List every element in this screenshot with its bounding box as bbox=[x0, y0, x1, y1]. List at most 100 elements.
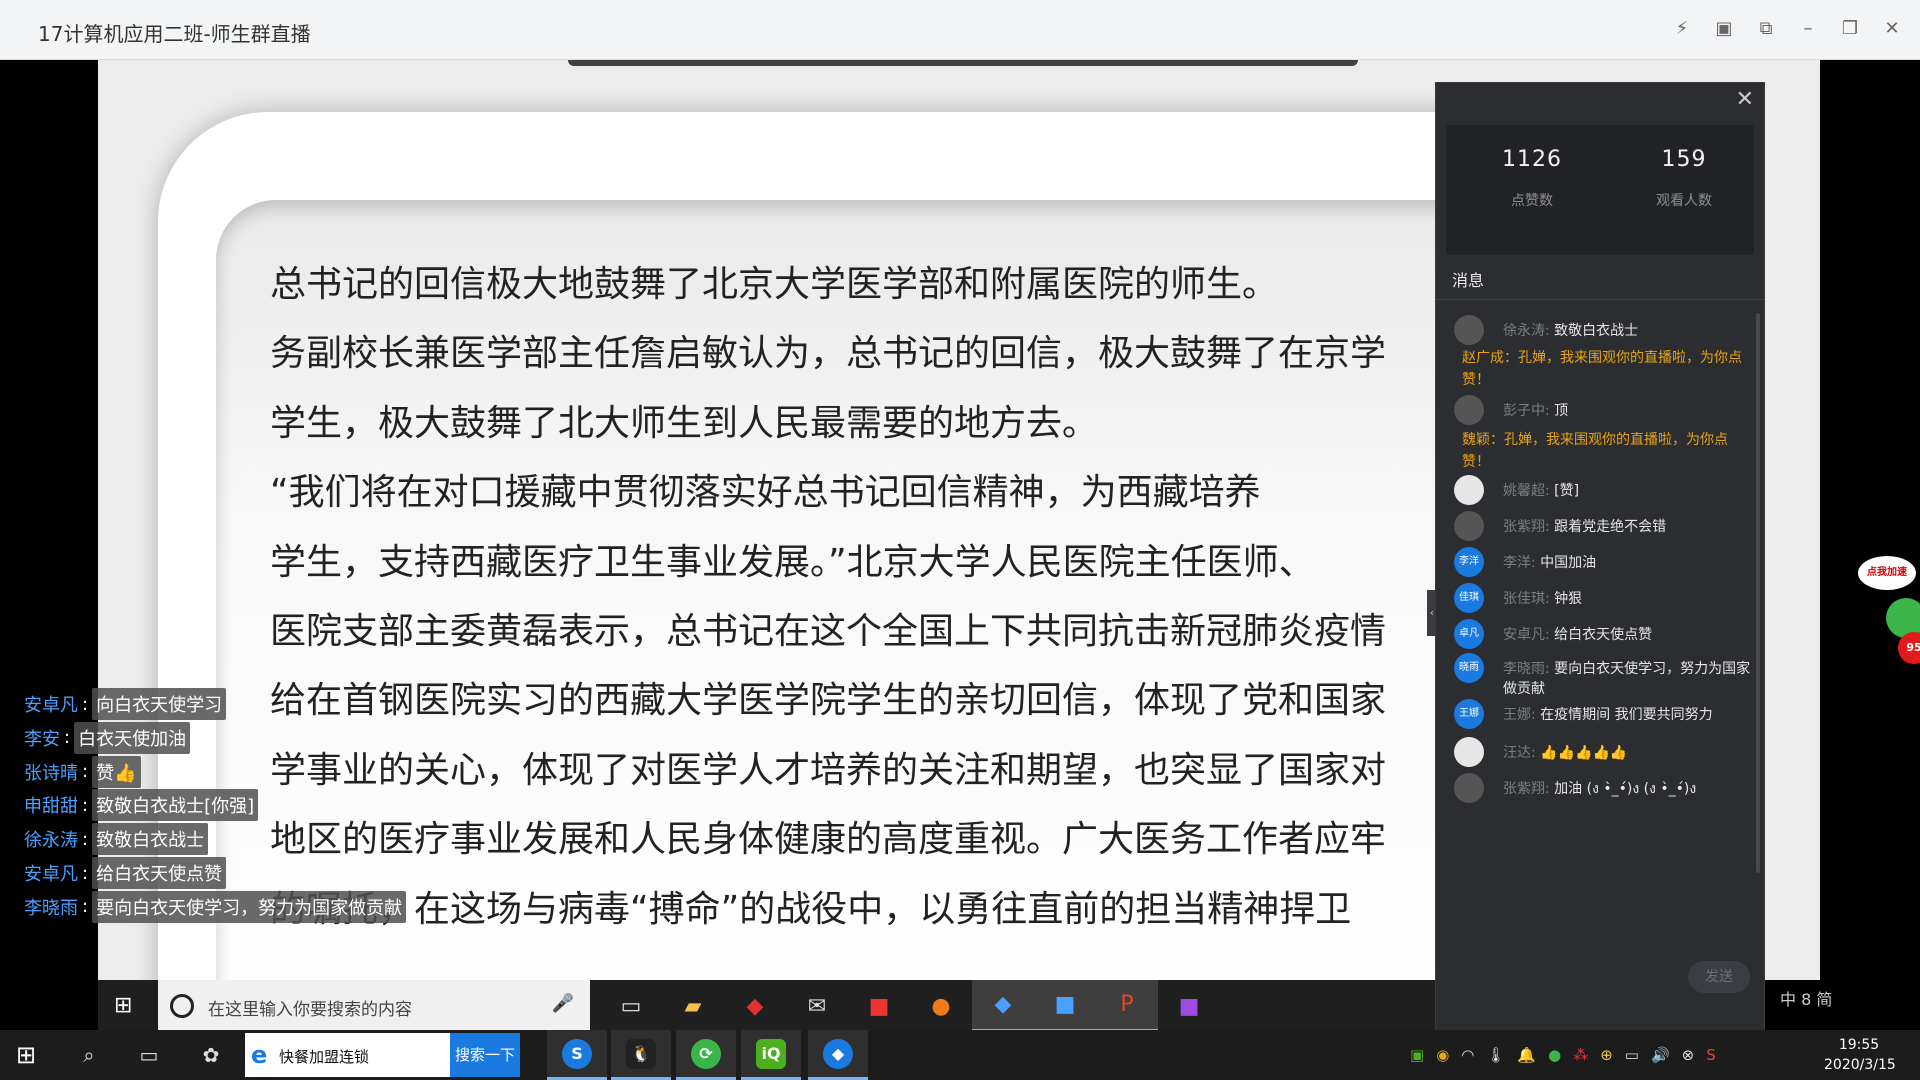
danmaku-sender: 张诗晴 bbox=[24, 762, 78, 784]
restore-button[interactable]: ❐ bbox=[1836, 14, 1864, 42]
slide-line: 给在首钢医院实习的西藏大学医学院学生的亲切回信，体现了党和国家 bbox=[270, 680, 1387, 722]
danmaku-sender: 李晓雨 bbox=[24, 897, 78, 919]
tray-plus-icon[interactable]: ⊕ bbox=[1600, 1046, 1613, 1064]
chat-sender: 安卓凡: bbox=[1503, 627, 1550, 643]
avatar[interactable]: 李洋 bbox=[1454, 547, 1484, 577]
chat-sender: 李晓雨: bbox=[1503, 661, 1550, 677]
avatar[interactable] bbox=[1454, 475, 1484, 505]
search-icon[interactable]: ⌕ bbox=[64, 1030, 114, 1080]
messages-title: 消息 bbox=[1452, 271, 1485, 290]
ie-search-box[interactable]: e 快餐加盟连锁 bbox=[245, 1033, 450, 1077]
powerpoint-icon: P bbox=[1096, 980, 1158, 1032]
taskbar-app-360[interactable]: ⟳ bbox=[676, 1030, 736, 1080]
danmaku-row: 安卓凡: 向白衣天使学习 bbox=[16, 688, 227, 720]
message-list[interactable]: 徐永涛: 致敬白衣战士 赵广成：孔婵，我来围观你的直播啦，为你点赞！ 彭子中: 顶魏… bbox=[1436, 305, 1764, 925]
avatar[interactable] bbox=[1454, 737, 1484, 767]
live-chat-panel: ✕ 1126 点赞数 159 观看人数 消息 徐永涛: 致敬白衣战士 赵广成：孔婵… bbox=[1435, 82, 1765, 1032]
task-view-button[interactable]: ▭ bbox=[124, 1030, 174, 1080]
ie-search-button[interactable]: 搜索一下 bbox=[450, 1033, 520, 1077]
youdao-icon: ■ bbox=[868, 993, 890, 1019]
messages-divider bbox=[1436, 299, 1764, 300]
avatar[interactable] bbox=[1454, 315, 1484, 345]
window-titlebar: 17计算机应用二班-师生群直播 ⚡ ▣ ⧉ – ❐ ✕ bbox=[0, 0, 1920, 60]
refresh-green-icon: ⟳ bbox=[691, 1038, 721, 1069]
tray-chrome-icon[interactable]: ◉ bbox=[1436, 1046, 1449, 1064]
screen-recorder-icon: ■ bbox=[1178, 993, 1200, 1019]
popout-icon[interactable]: ⧉ bbox=[1752, 14, 1780, 42]
danmaku-sender: 安卓凡 bbox=[24, 864, 78, 885]
danmaku-sender: 申甜甜 bbox=[24, 796, 78, 818]
taskbar-app-feishu[interactable]: ◆ bbox=[808, 1030, 868, 1080]
stats-box: 1126 点赞数 159 观看人数 bbox=[1446, 125, 1754, 255]
danmaku-message: 赞👍 bbox=[92, 755, 141, 788]
avatar[interactable] bbox=[1454, 395, 1484, 425]
lightning-icon[interactable]: ⚡ bbox=[1668, 14, 1696, 42]
taskbar-app-qq[interactable]: 🐧 bbox=[611, 1030, 671, 1080]
tray-app-green-icon[interactable]: ▣ bbox=[1410, 1046, 1424, 1064]
chat-content: 加油 (ง •̀_•́)ง (ง •̀_•́)ง bbox=[1554, 781, 1697, 797]
speed-boost-bubble[interactable]: 点我加速 bbox=[1858, 556, 1916, 590]
slide-line: 医院支部主委黄磊表示，总书记在这个全国上下共同抗击新冠肺炎疫情 bbox=[270, 610, 1387, 652]
speed-boost-widget[interactable]: 点我加速 95 bbox=[1858, 556, 1920, 666]
danmaku-message: 致敬白衣战士[你强] bbox=[92, 789, 259, 822]
taskbar-clock[interactable]: 19:55 2020/3/15 bbox=[1824, 1035, 1896, 1075]
ie-search-text[interactable]: 快餐加盟连锁 bbox=[279, 1046, 369, 1067]
window-title: 17计算机应用二班-师生群直播 bbox=[38, 22, 311, 46]
taskbar-app-sogou[interactable]: S bbox=[547, 1030, 607, 1080]
app-icon-red: ◆ bbox=[746, 993, 764, 1019]
likes-stat: 1126 点赞数 bbox=[1462, 147, 1602, 210]
chat-message-text: 彭子中: 顶 bbox=[1503, 401, 1753, 421]
windows-start-icon: ⊞ bbox=[114, 993, 133, 1018]
chat-message-text: 李洋: 中国加油 bbox=[1503, 553, 1753, 573]
task-view-icon: ▭ bbox=[620, 993, 642, 1019]
taskbar-app-iqiyi[interactable]: iQ bbox=[741, 1030, 801, 1080]
viewers-stat: 159 观看人数 bbox=[1614, 147, 1754, 210]
shared-screen-search-placeholder: 在这里输入你要搜索的内容 bbox=[208, 1000, 412, 1020]
avatar[interactable]: 晓雨 bbox=[1454, 653, 1484, 683]
slide-line: 务副校长兼医学部主任詹启敏认为，总书记的回信，极大鼓舞了在京学 bbox=[270, 333, 1387, 375]
tray-green-circle-icon[interactable]: ● bbox=[1548, 1046, 1561, 1064]
chat-content: [赞] bbox=[1554, 483, 1580, 499]
avatar[interactable]: 卓凡 bbox=[1454, 619, 1484, 649]
clock-time: 19:55 bbox=[1838, 1037, 1880, 1053]
chat-message-text: 张佳琪: 钟狠 bbox=[1503, 589, 1753, 609]
tray-x-icon[interactable]: ⊗ bbox=[1682, 1046, 1695, 1064]
message-scrollbar[interactable] bbox=[1756, 313, 1760, 873]
screen-share-icon[interactable]: ▣ bbox=[1710, 14, 1738, 42]
danmaku-row: 安卓凡: 给白衣天使点赞 bbox=[16, 857, 227, 889]
panel-close-icon[interactable]: ✕ bbox=[1736, 87, 1754, 112]
tray-volume-icon[interactable]: 🔊 bbox=[1651, 1046, 1670, 1064]
danmaku-row: 申甜甜: 致敬白衣战士[你强] bbox=[16, 789, 259, 822]
slide-line: 学事业的关心，体现了对医学人才培养的关注和期望，也突显了国家对 bbox=[270, 749, 1387, 791]
pinwheel-icon[interactable]: ✿ bbox=[186, 1030, 236, 1080]
tray-battery-icon[interactable]: ▭ bbox=[1625, 1046, 1639, 1064]
tray-bell-icon[interactable]: 🔔 bbox=[1517, 1046, 1536, 1064]
ime-indicator: 中 8 简 bbox=[1780, 990, 1833, 1009]
avatar[interactable]: 佳琪 bbox=[1454, 583, 1484, 613]
qq-penguin-icon: 🐧 bbox=[626, 1038, 656, 1069]
chat-content: 顶 bbox=[1554, 403, 1569, 419]
taskbar: ⊞ ⌕ ▭ ✿ e 快餐加盟连锁 搜索一下 S 🐧 ⟳ iQ ◆ ▣ ◉ ◠ 🌡… bbox=[0, 1030, 1920, 1080]
chat-message-text: 张紫翔: 跟着党走绝不会错 bbox=[1503, 517, 1753, 537]
microphone-icon: 🎤 bbox=[551, 993, 574, 1014]
avatar[interactable] bbox=[1454, 511, 1484, 541]
firefox-icon: ● bbox=[931, 993, 951, 1019]
chat-sender: 王娜: bbox=[1503, 707, 1536, 723]
tray-red-dots-icon[interactable]: ⁂ bbox=[1573, 1046, 1588, 1064]
minimize-button[interactable]: – bbox=[1794, 14, 1822, 42]
avatar[interactable]: 王娜 bbox=[1454, 699, 1484, 729]
start-button[interactable]: ⊞ bbox=[16, 1041, 36, 1069]
live-stage: 总书记的回信极大地鼓舞了北京大学医学部和附属医院的师生。 务副校长兼医学部主任詹启… bbox=[0, 60, 1920, 1080]
close-button[interactable]: ✕ bbox=[1878, 14, 1906, 42]
avatar[interactable] bbox=[1454, 773, 1484, 803]
danmaku-row: 李晓雨: 要向白衣天使学习，努力为国家做贡献 bbox=[16, 890, 407, 923]
danmaku-message: 致敬白衣战士 bbox=[92, 823, 209, 856]
viewers-label: 观看人数 bbox=[1656, 193, 1712, 209]
tray-sogou-ime-icon[interactable]: S bbox=[1706, 1046, 1716, 1064]
chat-sender: 彭子中: bbox=[1503, 403, 1550, 419]
chat-message-text: 王娜: 在疫情期间 我们要共同努力 bbox=[1503, 705, 1753, 725]
send-button[interactable]: 发送 bbox=[1688, 961, 1750, 993]
danmaku-colon: : bbox=[82, 828, 89, 850]
tray-thermometer-icon[interactable]: 🌡 bbox=[1486, 1046, 1505, 1064]
tray-wifi-icon[interactable]: ◠ bbox=[1461, 1046, 1474, 1064]
